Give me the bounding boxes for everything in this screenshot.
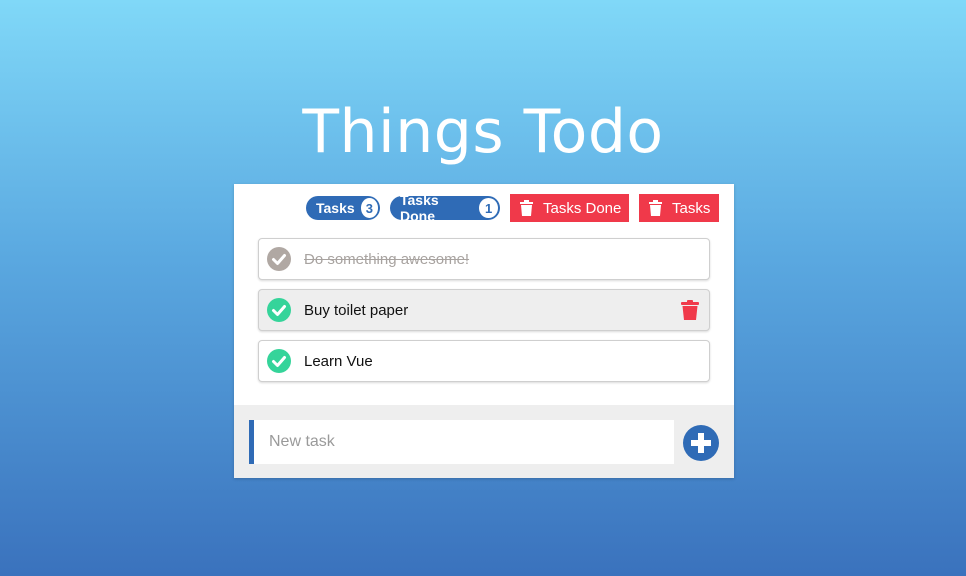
new-task-bar [234, 405, 734, 478]
delete-all-tasks-button[interactable]: Tasks [639, 194, 719, 222]
task-text: Buy toilet paper [304, 301, 409, 319]
task-item[interactable]: Do something awesome! [258, 238, 710, 280]
tasks-done-count-badge: 1 [479, 198, 498, 218]
task-text: Do something awesome! [304, 250, 470, 268]
task-item[interactable]: Learn Vue [258, 340, 710, 382]
new-task-field-wrapper [249, 420, 674, 464]
tasks-count-badge: 3 [360, 198, 378, 218]
task-text: Learn Vue [304, 352, 373, 370]
toolbar: Tasks 3 Tasks Done 1 Tasks Done Tasks [234, 192, 734, 224]
check-circle-icon[interactable] [267, 349, 291, 373]
trash-icon [520, 200, 533, 216]
trash-icon [649, 200, 662, 216]
new-task-input[interactable] [254, 420, 674, 464]
add-task-button[interactable] [683, 425, 719, 461]
plus-circle-icon [691, 433, 711, 453]
tasks-done-filter-button[interactable]: Tasks Done 1 [390, 192, 500, 224]
tasks-filter-button[interactable]: Tasks 3 [306, 196, 380, 220]
trash-icon[interactable] [681, 300, 699, 320]
tasks-filter-label: Tasks [316, 200, 355, 216]
check-circle-icon[interactable] [267, 298, 291, 322]
tasks-done-filter-label: Tasks Done [400, 192, 439, 224]
app-title: Things Todo [302, 97, 664, 167]
task-item[interactable]: Buy toilet paper [258, 289, 710, 331]
task-list: Do something awesome! Buy toilet paper L… [258, 238, 710, 391]
todo-card: Tasks 3 Tasks Done 1 Tasks Done Tasks Do… [234, 184, 734, 478]
delete-done-tasks-button[interactable]: Tasks Done [510, 194, 629, 222]
check-circle-icon[interactable] [267, 247, 291, 271]
delete-all-tasks-label: Tasks [672, 199, 711, 217]
delete-done-tasks-label: Tasks Done [543, 199, 622, 217]
